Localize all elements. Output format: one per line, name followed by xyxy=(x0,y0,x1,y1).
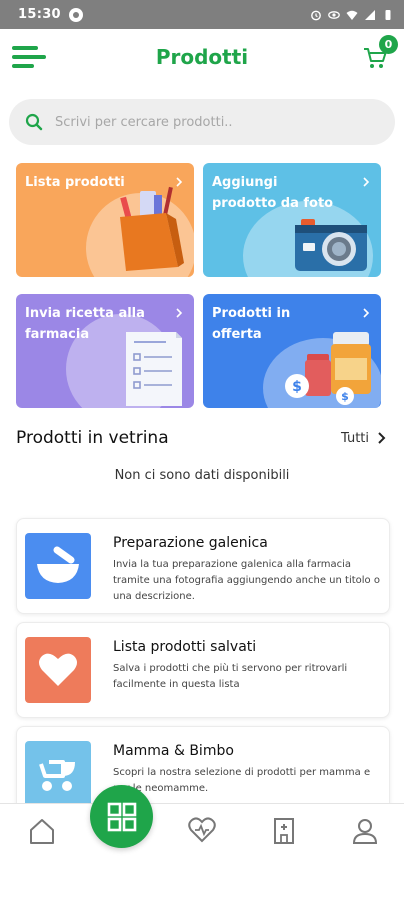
status-icons xyxy=(310,9,394,21)
bottom-navigation xyxy=(0,803,404,900)
tile-lista-prodotti[interactable]: Lista prodotti xyxy=(16,163,194,277)
page-title: Prodotti xyxy=(155,44,249,69)
menu-line xyxy=(12,55,46,59)
menu-line xyxy=(12,46,38,50)
nav-home[interactable] xyxy=(27,816,57,846)
signal-icon xyxy=(365,9,375,20)
camera-icon xyxy=(295,219,367,271)
mortar-pestle-icon xyxy=(25,533,91,599)
tile-invia-ricetta[interactable]: Invia ricetta alla farmacia xyxy=(16,294,194,408)
chevron-right-icon xyxy=(176,308,183,318)
app-notification-icon xyxy=(68,7,83,22)
heart-hand-icon xyxy=(188,817,216,843)
cart-count-badge: 0 xyxy=(379,35,398,54)
tile-aggiungi-prodotto-da-foto[interactable]: Aggiungi prodotto da foto xyxy=(203,163,381,277)
svg-text:$: $ xyxy=(341,390,349,403)
see-all-link[interactable]: Tutti xyxy=(341,431,386,446)
card-title: Lista prodotti salvati xyxy=(113,639,257,655)
status-bar: 15:30 xyxy=(0,0,404,29)
eye-icon xyxy=(328,10,340,19)
svg-text:$: $ xyxy=(292,379,302,395)
status-time: 15:30 xyxy=(18,7,61,22)
wifi-icon xyxy=(346,10,358,20)
home-icon xyxy=(30,819,54,844)
tile-label: Aggiungi prodotto da foto xyxy=(212,175,334,211)
nav-products-fab[interactable] xyxy=(90,785,153,848)
card-title: Mamma & Bimbo xyxy=(113,743,234,759)
heart-icon xyxy=(25,637,91,703)
user-icon xyxy=(352,819,378,844)
cart-button[interactable]: 0 xyxy=(362,35,398,70)
pharmacy-building-icon xyxy=(274,818,294,844)
products-grid-icon xyxy=(107,802,136,831)
section-title: Prodotti in vetrina xyxy=(16,428,169,448)
card-title: Preparazione galenica xyxy=(113,535,268,551)
chevron-right-icon xyxy=(363,308,370,318)
search-bar[interactable] xyxy=(9,99,395,145)
menu-button[interactable] xyxy=(12,46,46,68)
search-input[interactable] xyxy=(55,114,355,130)
card-description: Salva i prodotti che più ti servono per … xyxy=(113,663,348,690)
offer-medicine-jars-icon: $ $ xyxy=(285,332,371,405)
showcase-header: Prodotti in vetrina Tutti xyxy=(16,426,386,450)
card-lista-prodotti-salvati[interactable]: Lista prodotti salvati Salva i prodotti … xyxy=(16,622,390,718)
nav-health[interactable] xyxy=(187,816,217,846)
stroller-icon xyxy=(25,741,91,807)
nav-profile[interactable] xyxy=(350,816,380,846)
tile-prodotti-in-offerta[interactable]: Prodotti in offerta $ $ xyxy=(203,294,381,408)
alarm-icon xyxy=(311,10,321,20)
empty-state-message: Non ci sono dati disponibili xyxy=(114,468,290,483)
card-description: Invia la tua preparazione galenica alla … xyxy=(113,559,380,602)
chevron-right-icon xyxy=(363,177,370,187)
chevron-right-icon xyxy=(378,432,386,444)
card-preparazione-galenica[interactable]: Preparazione galenica Invia la tua prepa… xyxy=(16,518,390,614)
nav-pharmacy[interactable] xyxy=(269,816,299,846)
see-all-label: Tutti xyxy=(340,430,369,446)
app-bar: Prodotti 0 xyxy=(0,29,404,84)
battery-icon xyxy=(385,9,391,20)
shopping-bag-icon xyxy=(120,186,184,271)
menu-line xyxy=(12,64,34,68)
search-icon xyxy=(25,113,43,131)
card-description: Scopri la nostra selezione di prodotti p… xyxy=(113,767,371,794)
shortcut-tiles: Lista prodotti Aggiungi prodotto da foto… xyxy=(16,163,382,409)
prescription-checklist-icon xyxy=(126,332,182,406)
